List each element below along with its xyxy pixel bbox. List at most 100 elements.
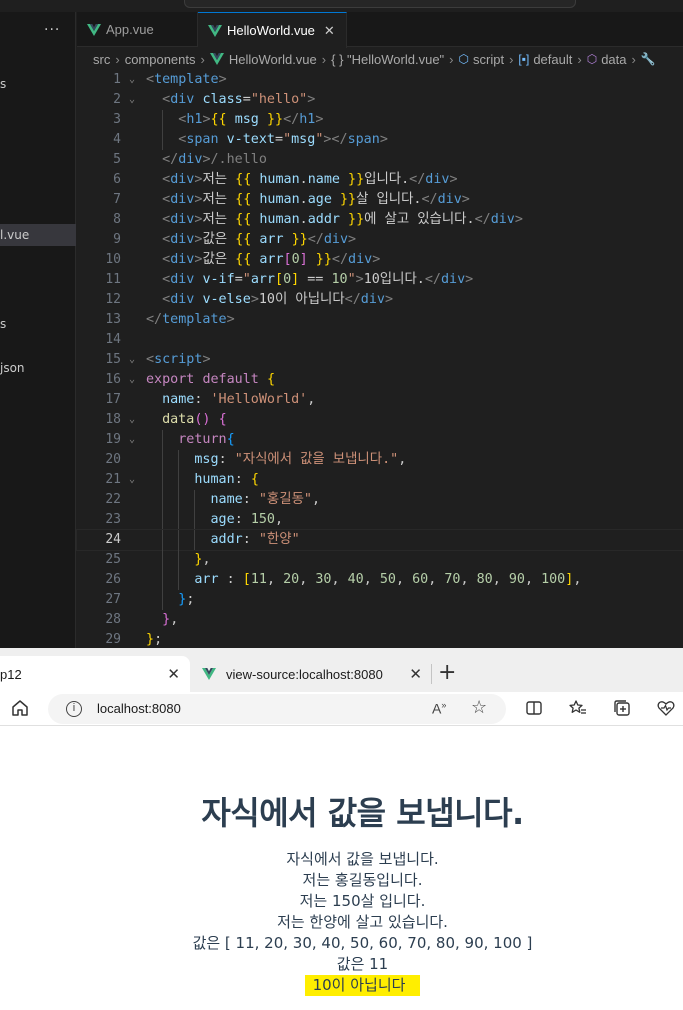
indent-guide: [178, 450, 180, 470]
tab-helloworld-vue[interactable]: HelloWorld.vue ✕: [198, 12, 347, 48]
vue-file-icon: [208, 24, 222, 37]
fold-chevron-icon: ⌄: [129, 434, 136, 445]
code-line: 5 </div>/.hello: [113, 152, 267, 167]
breadcrumb-segment[interactable]: components: [125, 52, 196, 67]
browser-toolbar: i localhost:8080 A» ☆: [0, 692, 683, 726]
code-line: 3 <h1>{{ msg }}</h1>: [77, 110, 683, 130]
address-bar[interactable]: i localhost:8080 A» ☆: [48, 694, 506, 724]
code-line: 15 ⌄ <script>: [77, 350, 683, 370]
indent-guide: [162, 590, 164, 610]
code-line: 23 age: 150,: [77, 510, 683, 530]
fold-chevron-icon: ⌄: [129, 94, 136, 105]
code-line: 12 <div v-else>10이 아닙니다</div>: [105, 292, 394, 307]
indent-guide: [162, 550, 164, 570]
fold-chevron-icon: ⌄: [129, 414, 136, 425]
explorer-more-icon[interactable]: ···: [44, 22, 60, 38]
explorer-item[interactable]: s: [0, 313, 76, 335]
close-icon[interactable]: ✕: [167, 665, 180, 683]
browser-essentials-icon[interactable]: [656, 698, 676, 718]
browser-tab-label: p12: [0, 666, 22, 682]
indent-guide: [178, 570, 180, 590]
fold-chevron-icon: ⌄: [129, 354, 136, 365]
chevron-right-icon: ›: [509, 51, 514, 67]
indent-guide: [178, 550, 180, 570]
split-screen-icon[interactable]: [524, 698, 544, 718]
browser-tab[interactable]: view-source:localhost:8080 ✕: [190, 656, 432, 692]
module-icon: ⬡: [458, 52, 469, 66]
page-content: 자식에서 값을 보냅니다. 자식에서 값을 보냅니다. 저는 홍길동입니다. 저…: [0, 726, 683, 1010]
breadcrumb-segment[interactable]: src: [93, 52, 110, 67]
vue-file-icon: [87, 23, 101, 36]
variable-icon: [▪]: [518, 52, 530, 66]
vscode-window: ··· s l.vue s json App.vue HelloWorld.vu…: [0, 0, 683, 648]
breadcrumb-segment[interactable]: HelloWorld.vue: [229, 52, 317, 67]
wrench-icon: 🔧: [640, 52, 656, 66]
title-bar: [0, 0, 683, 12]
close-icon[interactable]: ✕: [409, 665, 422, 683]
close-icon[interactable]: ✕: [324, 23, 335, 39]
info-icon[interactable]: i: [66, 701, 82, 717]
new-tab-button[interactable]: +: [438, 660, 456, 685]
indent-guide: [162, 470, 164, 490]
editor-tab-bar: App.vue HelloWorld.vue ✕: [77, 12, 683, 48]
code-line: 10 <div>값은 {{ arr[0] }}</div>: [105, 252, 381, 267]
indent-guide: [178, 490, 180, 510]
code-line: 1 ⌄ <template>: [77, 70, 683, 90]
output-line: 저는 홍길동입니다.: [302, 871, 423, 889]
browser-tab-active[interactable]: p12 ✕: [0, 656, 190, 692]
favorites-icon[interactable]: [568, 698, 588, 718]
code-line: 7 <div>저는 {{ human.age }}살 입니다.</div>: [113, 192, 470, 207]
fold-chevron-icon: ⌄: [129, 74, 136, 85]
code-line: 25 },: [77, 550, 683, 570]
code-line: 26 arr : [11, 20, 30, 40, 50, 60, 70, 80…: [77, 570, 683, 590]
indent-guide: [162, 130, 164, 150]
output-line: 자식에서 값을 보냅니다.: [286, 850, 439, 868]
code-line: 9 <div>값은 {{ arr }}</div>: [113, 232, 357, 247]
page-heading: 자식에서 값을 보냅니다.: [201, 794, 524, 832]
code-line-current: 24 addr: "한양": [76, 529, 683, 551]
indent-guide: [162, 570, 164, 590]
explorer-item[interactable]: s: [0, 73, 76, 95]
command-center-search[interactable]: [184, 0, 576, 8]
code-line: 16 ⌄ export default {: [77, 370, 683, 390]
explorer-sidebar: ··· s l.vue s json: [0, 12, 76, 648]
favorite-star-icon[interactable]: ☆: [471, 697, 487, 718]
explorer-item-active[interactable]: l.vue: [0, 224, 76, 246]
fold-chevron-icon: ⌄: [129, 474, 136, 485]
breadcrumb-segment[interactable]: data: [601, 52, 626, 67]
breadcrumb-segment[interactable]: script: [473, 52, 504, 67]
indent-guide: [162, 490, 164, 510]
code-line: 6 <div>저는 {{ human.name }}입니다.</div>: [113, 172, 458, 187]
indent-guide: [162, 450, 164, 470]
code-line: 20 msg: "자식에서 값을 보냅니다.",: [77, 450, 683, 470]
home-icon[interactable]: [10, 698, 30, 718]
code-editor[interactable]: 1 ⌄ <template> 2 ⌄ <div class="hello"> 3 <h…: [76, 70, 683, 648]
breadcrumb-segment[interactable]: default: [533, 52, 572, 67]
code-line: 29};: [105, 632, 163, 647]
chevron-right-icon: ›: [631, 51, 636, 67]
chevron-right-icon: ›: [115, 51, 120, 67]
tab-app-vue[interactable]: App.vue: [77, 12, 198, 47]
highlighted-text: 10이 아닙니다: [304, 975, 421, 996]
indent-guide: [162, 510, 164, 530]
indent-guide: [162, 430, 164, 450]
code-line: 28 },: [105, 612, 179, 627]
chevron-right-icon: ›: [577, 51, 582, 67]
tab-label: App.vue: [106, 22, 154, 37]
url-text[interactable]: localhost:8080: [97, 701, 181, 716]
chevron-right-icon: ›: [449, 51, 454, 67]
collections-icon[interactable]: [612, 698, 632, 718]
editor-group: App.vue HelloWorld.vue ✕ src › component…: [76, 12, 683, 648]
vue-favicon-icon: [202, 668, 216, 680]
breadcrumb: src › components › HelloWorld.vue › { } …: [77, 48, 683, 70]
code-line: 18 ⌄ data() {: [77, 410, 683, 430]
code-line: 27 };: [77, 590, 683, 610]
browser-window: p12 ✕ view-source:localhost:8080 ✕ + i l…: [0, 648, 683, 1010]
breadcrumb-segment[interactable]: { } "HelloWorld.vue": [331, 52, 444, 67]
read-aloud-icon[interactable]: A»: [432, 700, 446, 717]
explorer-item[interactable]: json: [0, 357, 76, 379]
code-line: 22 name: "홍길동",: [77, 490, 683, 510]
indent-guide: [194, 510, 196, 530]
indent-guide: [194, 530, 196, 550]
code-line: 14: [105, 332, 121, 347]
